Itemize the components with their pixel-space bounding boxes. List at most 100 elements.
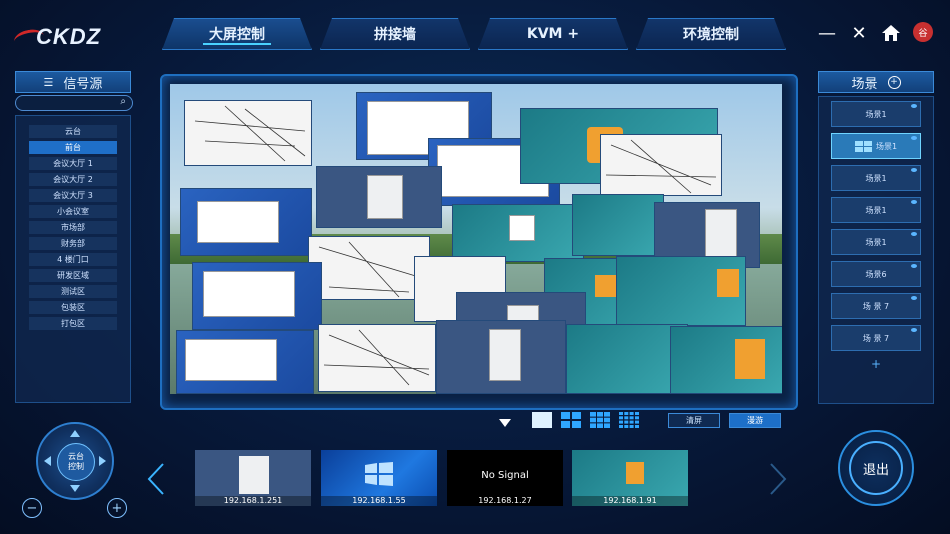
eye-icon[interactable] — [911, 232, 917, 236]
window-tile[interactable] — [318, 324, 436, 392]
scene-label: 场景1 — [865, 205, 887, 215]
source-item[interactable]: 包装区 — [29, 301, 117, 314]
scene-item[interactable]: 场景1 — [831, 101, 921, 127]
layout-2x2-button[interactable] — [561, 412, 581, 428]
window-tile[interactable] — [192, 262, 322, 330]
tab-splice-wall[interactable]: 拼接墙 — [320, 18, 470, 50]
tab-label: 大屏控制 — [209, 27, 265, 43]
source-item[interactable]: 会议大厅 1 — [29, 157, 117, 170]
scene-label: 场景1 — [875, 141, 898, 151]
source-item[interactable]: 测试区 — [29, 285, 117, 298]
source-panel-title: 信号源 — [63, 76, 103, 92]
window-tile[interactable] — [670, 326, 782, 394]
source-item[interactable]: 小会议室 — [29, 205, 117, 218]
eye-icon[interactable] — [911, 264, 917, 268]
source-item[interactable]: 打包区 — [29, 317, 117, 330]
close-icon: ✕ — [851, 22, 867, 44]
scene-label: 场景6 — [865, 269, 887, 279]
eye-icon[interactable] — [911, 296, 917, 300]
source-thumbnail[interactable]: 192.168.1.251 — [195, 450, 311, 506]
window-tile[interactable] — [600, 134, 722, 196]
scene-item[interactable]: 场景1 — [831, 165, 921, 191]
window-tile[interactable] — [316, 166, 442, 228]
tab-label: 拼接墙 — [374, 27, 416, 43]
source-item[interactable]: 4 楼门口 — [29, 253, 117, 266]
window-tile[interactable] — [184, 100, 312, 166]
source-item[interactable]: 研发区域 — [29, 269, 117, 282]
minimize-icon: — — [818, 22, 836, 44]
minimize-button[interactable]: — — [816, 22, 838, 44]
eye-icon[interactable] — [911, 328, 917, 332]
big-screen-canvas[interactable] — [170, 84, 782, 394]
close-button[interactable]: ✕ — [848, 22, 870, 44]
list-icon: ☰ — [43, 75, 54, 89]
add-scene-plus-icon[interactable]: + — [819, 357, 933, 371]
app-orange-icon — [595, 275, 617, 297]
scene-item[interactable]: 场 景 7 — [831, 293, 921, 319]
eye-icon[interactable] — [911, 136, 917, 140]
grid-1x1-icon — [532, 412, 552, 428]
ptz-label-line2: 控制 — [68, 462, 84, 471]
sketch-lines-icon — [194, 105, 306, 162]
scene-item[interactable]: 场景6 — [831, 261, 921, 287]
source-thumbnail[interactable]: 192.168.1.91 — [572, 450, 688, 506]
eye-icon[interactable] — [911, 200, 917, 204]
home-button[interactable] — [880, 22, 902, 44]
search-icon[interactable]: ⌕ — [120, 96, 126, 107]
window-tile[interactable] — [572, 194, 664, 256]
sketch-lines-icon — [323, 329, 430, 386]
thumbnails-next-button[interactable] — [768, 462, 788, 496]
layout-dropdown-button[interactable] — [498, 414, 512, 427]
source-thumbnail[interactable]: No Signal 192.168.1.27 — [447, 450, 563, 506]
window-tile[interactable] — [308, 236, 430, 300]
source-thumbnail[interactable]: 192.168.1.55 — [321, 450, 437, 506]
source-item[interactable]: 财务部 — [29, 237, 117, 250]
source-search-box[interactable]: ⌕ — [15, 95, 133, 111]
window-tile[interactable] — [452, 204, 584, 262]
source-item[interactable]: 会议大厅 3 — [29, 189, 117, 202]
tab-environment-control[interactable]: 环境控制 — [636, 18, 786, 50]
thumbnails-prev-button[interactable] — [146, 462, 166, 496]
ptz-center-button[interactable]: 云台 控制 — [57, 443, 95, 481]
tab-screen-control[interactable]: 大屏控制 — [162, 18, 312, 50]
layout-1x1-button[interactable] — [532, 412, 552, 428]
tab-kvm[interactable]: KVM + — [478, 18, 628, 50]
brand-logo: CKDZ — [12, 22, 134, 50]
app-window — [203, 271, 295, 317]
layout-3x3-button[interactable] — [590, 412, 610, 428]
scene-label: 场景1 — [865, 237, 887, 247]
roam-button[interactable]: 漫游 — [729, 413, 781, 428]
zoom-in-icon: + — [111, 500, 123, 516]
eye-icon[interactable] — [911, 104, 917, 108]
eye-icon[interactable] — [911, 168, 917, 172]
dialog-window — [489, 329, 521, 381]
layout-4x4-button[interactable] — [619, 412, 639, 428]
active-tab-indicator — [203, 43, 271, 45]
clear-screen-button[interactable]: 清屏 — [668, 413, 720, 428]
window-tile[interactable] — [436, 320, 566, 394]
zoom-in-button[interactable]: + — [107, 498, 127, 518]
source-item[interactable]: 会议大厅 2 — [29, 173, 117, 186]
window-tile[interactable] — [616, 256, 746, 326]
source-search-input[interactable] — [22, 97, 110, 109]
zoom-out-button[interactable]: − — [22, 498, 42, 518]
source-panel-title-bar: ☰ 信号源 — [15, 71, 131, 93]
scene-item[interactable]: 场 景 7 — [831, 325, 921, 351]
scene-item[interactable]: 场景1 — [831, 229, 921, 255]
scene-item-active[interactable]: 场景1 — [831, 133, 921, 159]
user-avatar[interactable]: 谷 — [913, 22, 933, 42]
scene-panel-title: 场景 — [851, 76, 878, 92]
scene-panel-title-bar: 场景 + — [818, 71, 934, 93]
sketch-lines-icon — [605, 139, 717, 194]
scene-layout-icon — [854, 140, 872, 152]
source-item[interactable]: 云台 — [29, 125, 117, 138]
logo-text: CKDZ — [36, 24, 102, 49]
exit-button[interactable]: 退出 — [838, 430, 914, 506]
source-item-active[interactable]: 前台 — [29, 141, 117, 154]
source-item[interactable]: 市场部 — [29, 221, 117, 234]
window-tile[interactable] — [180, 188, 312, 256]
scene-item[interactable]: 场景1 — [831, 197, 921, 223]
ptz-control-dial[interactable]: 云台 控制 — [36, 422, 114, 500]
window-tile[interactable] — [176, 330, 314, 394]
add-scene-icon[interactable]: + — [887, 75, 901, 89]
